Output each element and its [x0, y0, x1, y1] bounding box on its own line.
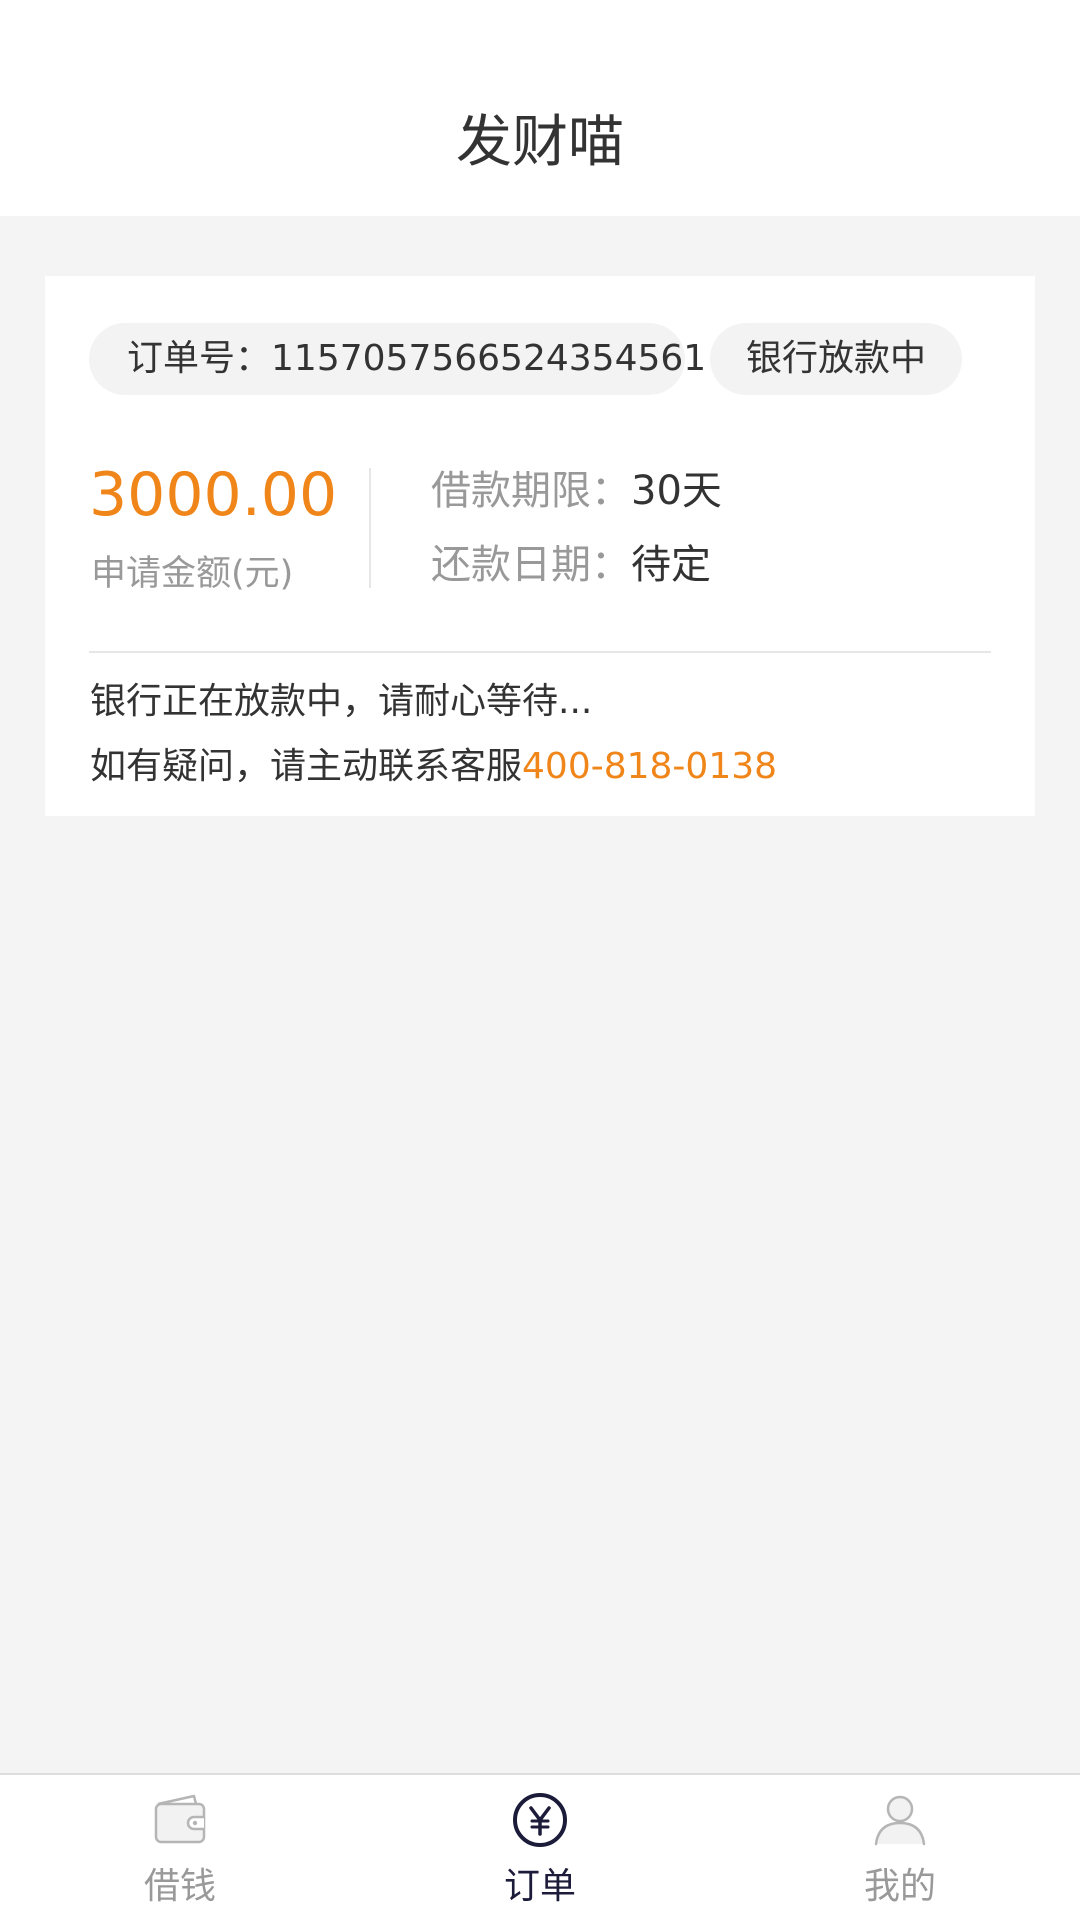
wallet-icon: [154, 1794, 206, 1844]
order-number: 1157057566524354561: [271, 338, 707, 379]
loan-term-label: 借款期限：: [431, 468, 631, 514]
due-date-value: 待定: [631, 542, 711, 588]
user-icon: [874, 1795, 926, 1846]
tab-loan[interactable]: 借钱: [80, 1775, 280, 1922]
loan-term-value: 30天: [631, 468, 722, 514]
bottom-tab-bar: 借钱 订单 我的: [0, 1773, 1080, 1922]
order-number-label: 订单号：: [127, 338, 272, 379]
due-date-label: 还款日期：: [431, 542, 631, 588]
tab-mine-label: 我的: [863, 1866, 936, 1907]
order-number-pill: 订单号：1157057566524354561: [89, 323, 706, 395]
disbursement-note: 银行正在放款中，请耐心等待...: [90, 681, 593, 722]
loan-amount: 3000.00: [89, 460, 338, 530]
tab-loan-label: 借钱: [143, 1866, 216, 1907]
tab-orders[interactable]: 订单: [440, 1775, 640, 1922]
contact-note-text: 如有疑问，请主动联系客服: [90, 746, 523, 787]
yuan-circle-icon: [513, 1793, 567, 1847]
status-badge: 银行放款中: [710, 323, 962, 395]
tab-orders-label: 订单: [503, 1866, 576, 1907]
due-date-row: 还款日期：待定: [431, 540, 711, 590]
page-title: 发财喵: [456, 110, 624, 175]
contact-note: 如有疑问，请主动联系客服400-818-0138: [90, 744, 777, 790]
tab-mine[interactable]: 我的: [800, 1775, 1000, 1922]
horizontal-divider: [89, 651, 991, 653]
loan-term-row: 借款期限：30天: [431, 466, 722, 516]
loan-amount-label: 申请金额(元): [91, 554, 294, 594]
order-card[interactable]: 订单号：1157057566524354561 银行放款中 3000.00 申请…: [45, 276, 1035, 816]
vertical-divider: [369, 468, 371, 588]
app-header: 发财喵: [0, 0, 1080, 216]
service-phone-link[interactable]: 400-818-0138: [522, 746, 777, 787]
